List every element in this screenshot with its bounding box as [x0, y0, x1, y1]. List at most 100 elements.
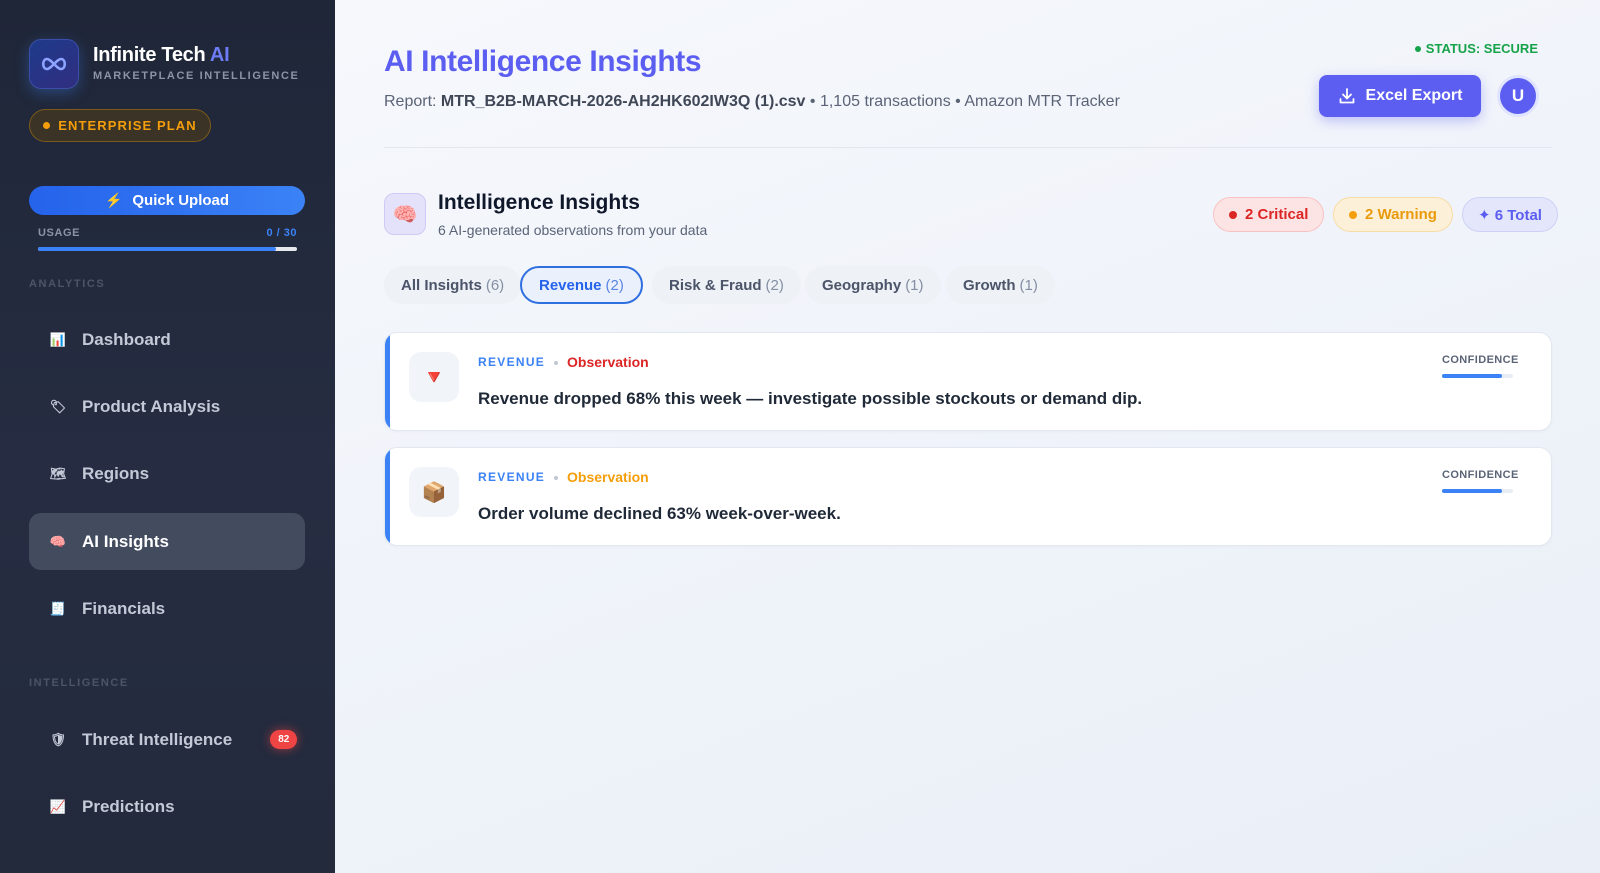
confidence-bar — [1442, 489, 1513, 493]
tag-icon: 🏷 — [49, 398, 67, 414]
sidebar-item-label: Financials — [82, 598, 166, 618]
sidebar-item-label: Dashboard — [82, 329, 171, 349]
plan-dot-icon — [43, 122, 51, 129]
sidebar-item-label: Threat Intelligence — [82, 729, 233, 749]
page-title: AI Intelligence Insights — [384, 45, 702, 78]
total-count-badge[interactable]: ✦ 6 Total — [1462, 197, 1558, 232]
tab-geography[interactable]: Geography (1) — [805, 266, 941, 304]
usage-bar-fill — [38, 247, 277, 251]
insight-card[interactable]: 🔻 REVENUE Observation Revenue dropped 68… — [384, 332, 1552, 431]
warning-count-label: 2 Warning — [1365, 206, 1437, 223]
report-meta: • 1,105 transactions • Amazon MTR Tracke… — [809, 93, 1120, 110]
sidebar-item-label: AI Insights — [82, 531, 169, 551]
excel-export-label: Excel Export — [1365, 87, 1463, 104]
confidence-bar — [1442, 374, 1513, 378]
sidebar-item-predictions[interactable]: 📈 Predictions — [29, 778, 305, 835]
excel-export-button[interactable]: Excel Export — [1319, 75, 1481, 117]
tab-count: (2) — [605, 276, 624, 294]
section-analytics: ANALYTICS — [29, 278, 106, 290]
plan-label: ENTERPRISE PLAN — [58, 118, 197, 133]
package-icon: 📦 — [409, 467, 459, 517]
warning-count-badge[interactable]: 2 Warning — [1333, 197, 1453, 232]
tab-label: Risk & Fraud — [669, 276, 762, 294]
bar-chart-icon: 📊 — [49, 331, 67, 347]
map-icon: 🗺 — [49, 465, 67, 481]
card-separator — [554, 476, 558, 480]
report-prefix: Report: — [384, 93, 437, 110]
tab-growth[interactable]: Growth (1) — [946, 266, 1055, 304]
lightning-icon: ⚡ — [104, 192, 123, 208]
insights-title: Intelligence Insights — [438, 191, 640, 214]
section-intelligence: INTELLIGENCE — [29, 677, 129, 689]
card-accent-bar — [385, 448, 390, 545]
warning-dot-icon — [1349, 210, 1357, 219]
critical-count-badge[interactable]: 2 Critical — [1213, 197, 1325, 232]
card-category: REVENUE — [478, 355, 546, 369]
card-accent-bar — [385, 333, 390, 430]
receipt-icon: 🧾 — [49, 600, 67, 616]
card-text: Revenue dropped 68% this week — investig… — [478, 389, 1143, 408]
status-label: STATUS: SECURE — [1425, 41, 1538, 56]
usage-label: USAGE — [38, 227, 81, 239]
sidebar-item-threat-intelligence[interactable]: 🛡 Threat Intelligence 82 — [29, 711, 305, 768]
card-text: Order volume declined 63% week-over-week… — [478, 504, 841, 523]
tab-label: Revenue — [539, 276, 602, 294]
sidebar-item-product-analysis[interactable]: 🏷 Product Analysis — [29, 378, 305, 435]
tab-count: (2) — [765, 276, 784, 294]
download-icon — [1339, 88, 1354, 104]
status-dot-icon — [1414, 45, 1421, 52]
critical-count-label: 2 Critical — [1245, 206, 1309, 223]
tab-all-insights[interactable]: All Insights (6) — [384, 266, 522, 304]
main-content: AI Intelligence Insights Report: MTR_B2B… — [335, 0, 1600, 873]
total-count-label: ✦ 6 Total — [1478, 206, 1542, 224]
usage-value: 0 / 30 — [266, 227, 297, 239]
shield-icon: 🛡 — [49, 731, 67, 747]
card-type: Observation — [567, 354, 649, 370]
sidebar-item-label: Predictions — [82, 796, 175, 816]
quick-upload-button[interactable]: ⚡ Quick Upload — [29, 186, 305, 215]
critical-dot-icon — [1229, 210, 1237, 219]
sidebar-item-label: Regions — [82, 463, 150, 483]
status-indicator: STATUS: SECURE — [1414, 41, 1538, 56]
sidebar-item-ai-insights[interactable]: 🧠 AI Insights — [29, 513, 305, 570]
threat-count-badge: 82 — [270, 730, 298, 749]
insights-subtitle: 6 AI-generated observations from your da… — [438, 222, 708, 238]
plan-badge: ENTERPRISE PLAN — [29, 109, 211, 142]
brand-ai: AI — [209, 44, 230, 66]
quick-upload-label: Quick Upload — [132, 192, 230, 209]
tab-label: Geography — [822, 276, 902, 294]
infinity-icon — [41, 57, 67, 71]
confidence-label: CONFIDENCE — [1442, 354, 1519, 366]
user-avatar[interactable]: U — [1497, 75, 1539, 117]
tab-label: All Insights — [401, 276, 482, 294]
report-info: Report: MTR_B2B-MARCH-2026-AH2HK602IW3Q … — [384, 93, 1120, 111]
trend-chart-icon: 📈 — [49, 798, 67, 814]
report-filename: MTR_B2B-MARCH-2026-AH2HK602IW3Q (1).csv — [440, 93, 806, 110]
brand-name: Infinite Tech AI — [93, 44, 230, 66]
tab-count: (1) — [1019, 276, 1038, 294]
confidence-label: CONFIDENCE — [1442, 469, 1519, 481]
insight-card[interactable]: 📦 REVENUE Observation Order volume decli… — [384, 447, 1552, 546]
confidence-bar-fill — [1442, 374, 1503, 378]
sidebar-item-dashboard[interactable]: 📊 Dashboard — [29, 311, 305, 368]
sidebar-item-label: Product Analysis — [82, 396, 221, 416]
logo[interactable] — [29, 39, 79, 89]
usage-bar — [38, 247, 297, 251]
tab-label: Growth — [963, 276, 1016, 294]
sidebar: Infinite Tech AI MARKETPLACE INTELLIGENC… — [0, 0, 335, 873]
tab-risk-fraud[interactable]: Risk & Fraud (2) — [652, 266, 801, 304]
tab-count: (1) — [905, 276, 924, 294]
confidence-bar-fill — [1442, 489, 1503, 493]
card-category: REVENUE — [478, 470, 546, 484]
header-divider — [384, 147, 1552, 148]
red-triangle-down-icon: 🔻 — [409, 352, 459, 402]
card-type: Observation — [567, 469, 649, 485]
sidebar-item-financials[interactable]: 🧾 Financials — [29, 580, 305, 637]
tab-count: (6) — [485, 276, 505, 294]
tab-revenue[interactable]: Revenue (2) — [520, 266, 643, 304]
brain-icon: 🧠 — [384, 193, 426, 235]
brand-subtitle: MARKETPLACE INTELLIGENCE — [93, 70, 300, 82]
sidebar-item-regions[interactable]: 🗺 Regions — [29, 445, 305, 502]
card-separator — [554, 361, 558, 365]
brain-icon: 🧠 — [49, 533, 67, 549]
